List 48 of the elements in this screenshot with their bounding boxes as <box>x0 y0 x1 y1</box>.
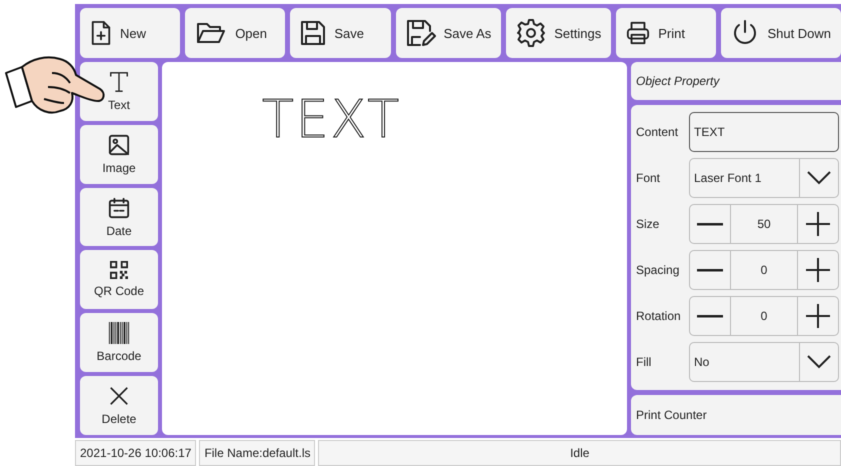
dropdown[interactable]: No <box>689 342 839 382</box>
settings-icon <box>516 18 546 48</box>
letter-t-icon <box>108 70 130 93</box>
property-label: Font <box>636 171 662 185</box>
property-label: Size <box>636 217 660 231</box>
printer-icon <box>626 21 650 45</box>
tool-button[interactable]: Barcode <box>80 313 158 372</box>
dropdown[interactable]: Laser Font 1 <box>689 158 839 198</box>
plus-icon <box>806 258 830 282</box>
toolbar-button[interactable]: Shut Down <box>721 8 841 58</box>
minus-icon <box>697 314 723 318</box>
close-icon <box>108 385 130 408</box>
content-field[interactable]: TEXT <box>689 112 839 152</box>
property-label: Rotation <box>636 309 682 323</box>
file-plus-icon <box>90 20 112 46</box>
minus-icon <box>697 222 723 226</box>
status-datetime: 2021-10-26 10:06:17 <box>75 440 196 466</box>
plus-icon <box>806 304 830 328</box>
property-label: Content <box>636 125 680 139</box>
tool-button[interactable]: Image <box>80 124 158 184</box>
chevron-down-icon <box>807 355 831 369</box>
toolbar-button[interactable]: Open <box>185 8 286 58</box>
toolbar-button[interactable]: Save As <box>396 8 502 58</box>
canvas-text-object[interactable]: TEXT <box>262 94 402 146</box>
barcode-icon <box>108 322 130 344</box>
image-icon <box>108 134 130 156</box>
tool-button[interactable]: QR Code <box>80 250 158 310</box>
qr-code-icon <box>110 261 128 280</box>
toolbar-button[interactable]: New <box>80 8 180 58</box>
property-label: Spacing <box>636 263 680 277</box>
folder-icon <box>195 21 228 45</box>
toolbar-button[interactable]: Settings <box>506 8 612 58</box>
panel-title: Object Property <box>631 62 841 100</box>
plus-icon <box>806 212 830 236</box>
chevron-down-icon <box>807 171 831 185</box>
status-state: Idle <box>318 440 841 466</box>
tool-button[interactable]: Text <box>80 62 158 121</box>
calendar-icon <box>108 196 130 219</box>
toolbar-button[interactable]: Save <box>290 8 391 58</box>
property-label: Fill <box>636 355 652 369</box>
tool-button[interactable]: Date <box>80 188 158 246</box>
print-counter-section[interactable]: Print Counter <box>631 395 841 435</box>
floppy-disk-pencil-icon <box>406 19 436 47</box>
status-file-name: File Name:default.ls <box>199 440 316 466</box>
toolbar-button[interactable]: Print <box>616 8 716 58</box>
minus-icon <box>697 268 723 272</box>
tool-button[interactable]: Delete <box>80 376 158 435</box>
design-canvas[interactable]: TEXT <box>162 62 627 435</box>
